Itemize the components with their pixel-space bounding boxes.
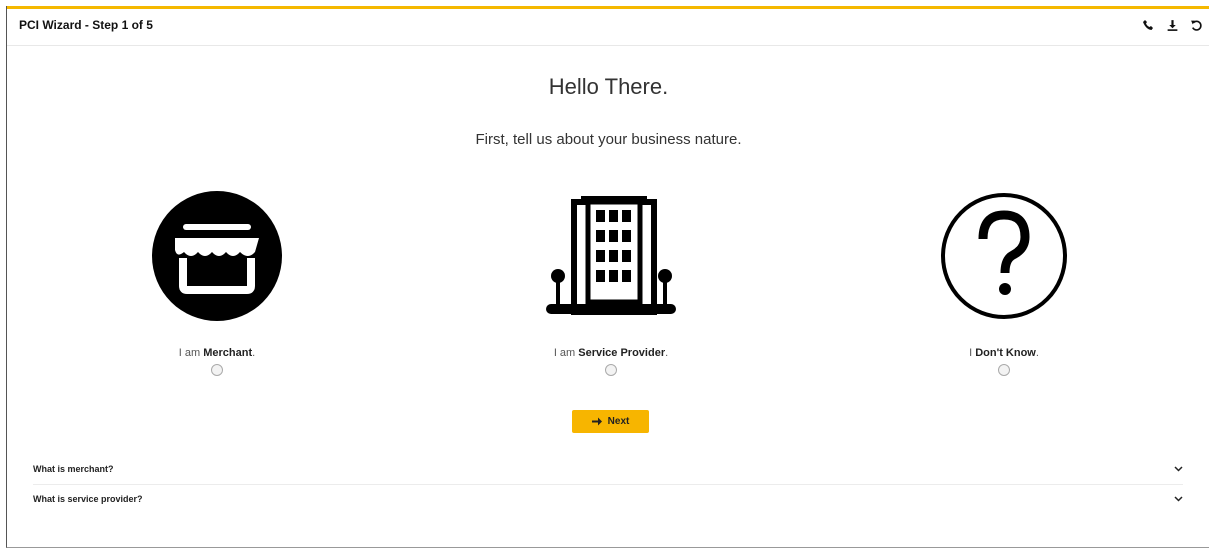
divider — [33, 484, 1183, 485]
faq-question: What is service provider? — [33, 494, 143, 504]
next-label: Next — [607, 416, 630, 427]
dont-know-radio[interactable] — [998, 364, 1010, 376]
option-label: I am Merchant. — [178, 347, 256, 359]
page-title: Hello There. — [548, 74, 669, 99]
chevron-down-icon — [1174, 494, 1183, 504]
page-subtitle: First, tell us about your business natur… — [475, 131, 742, 148]
download-icon[interactable] — [1165, 18, 1179, 32]
faq-item-service-provider[interactable]: What is service provider? — [33, 494, 1183, 504]
faq-item-merchant[interactable]: What is merchant? — [33, 464, 1183, 474]
refresh-icon[interactable] — [1189, 18, 1203, 32]
service-provider-radio[interactable] — [605, 364, 617, 376]
option-label: I Don't Know. — [969, 347, 1039, 359]
wizard-frame: PCI Wizard - Step 1 of 5 Hello There. Fi… — [6, 6, 1209, 548]
building-icon — [481, 181, 741, 331]
option-service-provider[interactable]: I am Service Provider. — [481, 181, 741, 381]
header-toolbar — [1141, 18, 1203, 32]
next-button[interactable]: Next — [572, 410, 649, 433]
wizard-title: PCI Wizard - Step 1 of 5 — [19, 18, 153, 32]
chevron-down-icon — [1174, 464, 1183, 474]
option-label: I am Service Provider. — [553, 347, 669, 359]
storefront-icon — [87, 181, 347, 331]
option-merchant[interactable]: I am Merchant. — [87, 181, 347, 381]
question-icon — [874, 181, 1134, 331]
phone-icon[interactable] — [1141, 18, 1155, 32]
merchant-radio[interactable] — [211, 364, 223, 376]
option-dont-know[interactable]: I Don't Know. — [874, 181, 1134, 381]
faq-question: What is merchant? — [33, 464, 114, 474]
arrow-right-icon — [591, 417, 602, 426]
wizard-header: PCI Wizard - Step 1 of 5 — [7, 9, 1209, 46]
